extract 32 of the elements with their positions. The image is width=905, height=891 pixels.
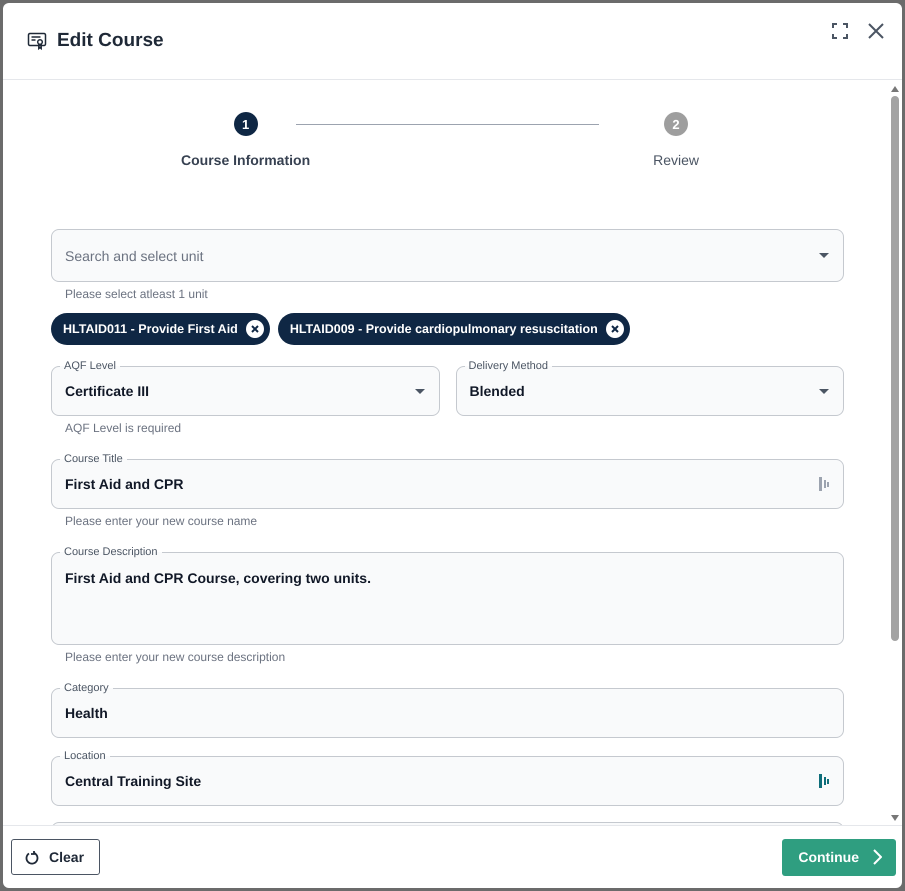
close-icon[interactable] bbox=[868, 23, 884, 39]
reset-icon bbox=[25, 850, 39, 864]
unit-select[interactable]: Search and select unit bbox=[51, 229, 844, 282]
step-label[interactable]: Course Information bbox=[181, 152, 310, 168]
dialog-title: Edit Course bbox=[57, 30, 164, 52]
step-number[interactable]: 1 bbox=[234, 112, 258, 136]
certificate-icon bbox=[27, 31, 47, 51]
autofill-icon[interactable] bbox=[819, 774, 829, 788]
chevron-right-icon bbox=[873, 849, 882, 865]
chip-label: HLTAID011 - Provide First Aid bbox=[63, 322, 238, 336]
step-label[interactable]: Review bbox=[653, 152, 699, 168]
field-label: AQF Level bbox=[60, 359, 120, 373]
field-label: Delivery Method bbox=[464, 359, 552, 373]
scroll-down-icon[interactable] bbox=[891, 815, 899, 821]
helper-text: Please enter your new course name bbox=[64, 513, 258, 530]
remove-icon[interactable] bbox=[606, 320, 624, 338]
chip-label: HLTAID009 - Provide cardiopulmonary resuscitation bbox=[290, 322, 598, 336]
caret-icon bbox=[414, 388, 424, 394]
field-label: Course Description bbox=[60, 545, 162, 559]
helper-text: AQF Level is required bbox=[64, 420, 182, 437]
helper-text: Please select atleast 1 unit bbox=[64, 286, 209, 303]
clear-button[interactable]: Clear bbox=[11, 839, 100, 875]
field-label: Category bbox=[60, 681, 113, 695]
unit-chip[interactable]: HLTAID009 - Provide cardiopulmonary resuscitation bbox=[278, 313, 630, 345]
scroll-up-icon[interactable] bbox=[891, 86, 899, 92]
caret-icon bbox=[819, 388, 829, 394]
helper-text: Please enter your new course description bbox=[64, 649, 286, 666]
caret-icon bbox=[819, 253, 829, 258]
scrollbar-thumb[interactable] bbox=[891, 96, 899, 641]
unit-chip[interactable]: HLTAID011 - Provide First Aid bbox=[51, 313, 270, 345]
remove-icon[interactable] bbox=[246, 320, 264, 338]
fullscreen-icon[interactable] bbox=[832, 23, 848, 39]
